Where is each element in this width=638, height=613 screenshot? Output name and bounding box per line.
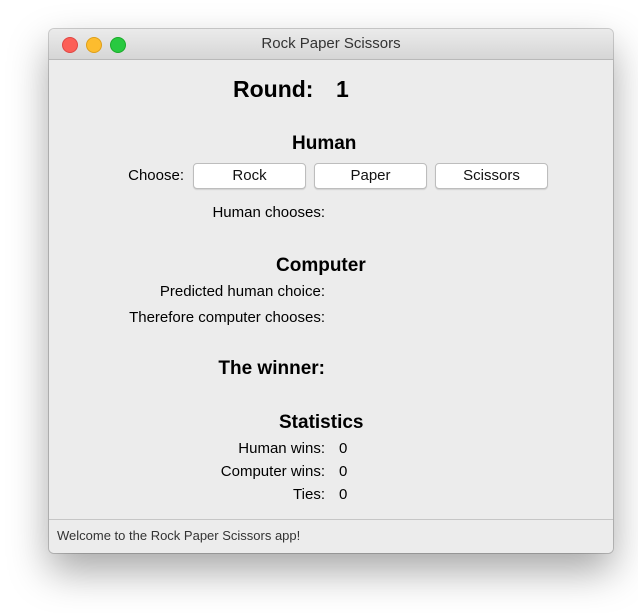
- statistics-heading: Statistics: [279, 412, 364, 433]
- computer-wins-label: Computer wins:: [220, 463, 325, 480]
- human-heading: Human: [292, 133, 357, 154]
- computer-chooses-label: Therefore computer chooses:: [129, 309, 325, 326]
- window-title: Rock Paper Scissors: [261, 35, 401, 52]
- human-chooses-label: Human chooses:: [212, 204, 325, 221]
- paper-button[interactable]: Paper: [314, 163, 427, 189]
- computer-heading: Computer: [276, 255, 366, 276]
- rock-button[interactable]: Rock: [193, 163, 306, 189]
- computer-wins-value: 0: [339, 463, 348, 480]
- scissors-button[interactable]: Scissors: [435, 163, 548, 189]
- human-wins-value: 0: [339, 440, 348, 457]
- choose-label: Choose:: [128, 167, 184, 184]
- round-label: Round:: [233, 76, 314, 102]
- ties-value: 0: [339, 486, 348, 503]
- status-message: Welcome to the Rock Paper Scissors app!: [57, 528, 301, 543]
- status-bar: Welcome to the Rock Paper Scissors app!: [49, 519, 613, 553]
- title-bar[interactable]: Rock Paper Scissors: [49, 29, 613, 60]
- predicted-choice-label: Predicted human choice:: [159, 283, 325, 300]
- app-window: Rock Paper Scissors Round: 1 Human Choos…: [49, 29, 613, 553]
- round-value: 1: [336, 76, 349, 102]
- ties-label: Ties:: [293, 486, 325, 503]
- human-wins-label: Human wins:: [238, 440, 325, 457]
- winner-label: The winner:: [218, 358, 325, 379]
